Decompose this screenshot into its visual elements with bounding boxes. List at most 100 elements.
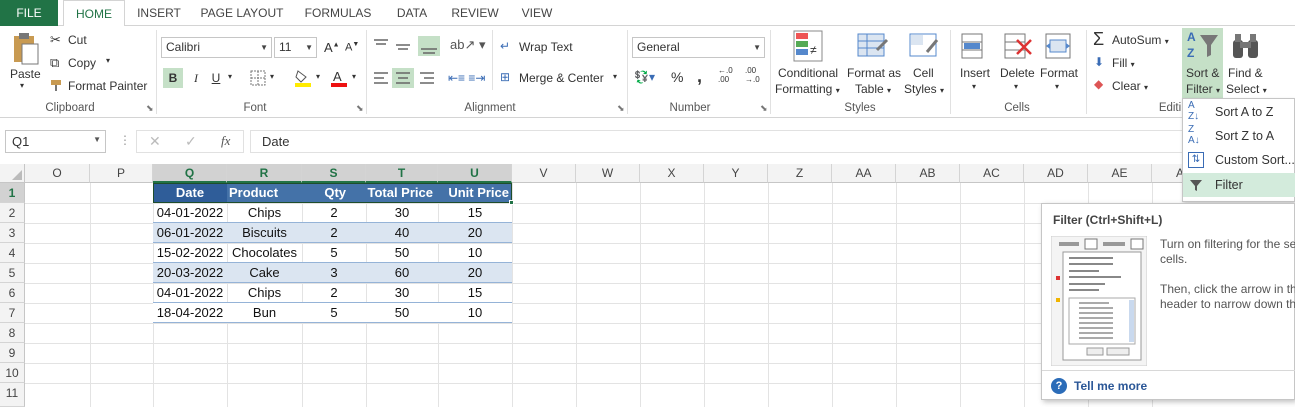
tab-view[interactable]: VIEW: [510, 0, 564, 26]
menu-item-filter[interactable]: Filter: [1183, 173, 1295, 197]
wrap-text-button[interactable]: Wrap Text: [519, 40, 573, 54]
column-header[interactable]: AC: [960, 164, 1024, 183]
sort-filter-label[interactable]: Sort &: [1186, 66, 1219, 80]
tab-formulas[interactable]: FORMULAS: [296, 0, 380, 26]
column-header[interactable]: AA: [832, 164, 896, 183]
italic-button[interactable]: I: [186, 68, 206, 88]
column-header[interactable]: Z: [768, 164, 832, 183]
currency-icon[interactable]: 💱▾: [634, 70, 655, 84]
row-header[interactable]: 2: [0, 203, 25, 223]
cell-styles-label2[interactable]: Styles ▾: [904, 82, 944, 96]
format-as-table-button[interactable]: Format as: [847, 66, 901, 80]
column-header[interactable]: V: [512, 164, 576, 183]
table-cell[interactable]: 18-04-2022: [153, 303, 227, 323]
table-cell[interactable]: Bun: [227, 303, 302, 323]
grow-font-icon[interactable]: A▲: [324, 40, 340, 55]
increase-decimal-icon[interactable]: ←.0.00: [718, 66, 733, 84]
table-cell[interactable]: 10: [438, 243, 512, 263]
table-cell[interactable]: 20-03-2022: [153, 263, 227, 283]
font-color-icon[interactable]: A: [330, 68, 348, 88]
paste-dropdown-icon[interactable]: ▾: [20, 81, 24, 90]
shrink-font-icon[interactable]: A▼: [345, 41, 359, 54]
underline-button[interactable]: U: [206, 68, 226, 88]
tab-file[interactable]: FILE: [0, 0, 58, 26]
format-button[interactable]: Format: [1040, 66, 1078, 80]
name-box[interactable]: Q1 ▼: [5, 130, 106, 153]
row-header[interactable]: 11: [0, 383, 25, 407]
fill-color-dropdown-icon[interactable]: ▾: [316, 72, 320, 81]
tab-home[interactable]: HOME: [63, 0, 125, 27]
table-cell[interactable]: 04-01-2022: [153, 283, 227, 303]
table-cell[interactable]: 50: [366, 303, 438, 323]
underline-dropdown-icon[interactable]: ▾: [228, 72, 232, 81]
row-header[interactable]: 6: [0, 283, 25, 303]
cell-styles-button[interactable]: Cell: [913, 66, 934, 80]
row-header[interactable]: 10: [0, 363, 25, 383]
borders-dropdown-icon[interactable]: ▾: [270, 72, 274, 81]
menu-item-sort-z-a[interactable]: Z A↓ Sort Z to A: [1183, 124, 1295, 148]
row-header[interactable]: 1: [0, 183, 25, 203]
row-header[interactable]: 5: [0, 263, 25, 283]
tab-insert[interactable]: INSERT: [128, 0, 190, 26]
table-cell[interactable]: 2: [302, 223, 366, 243]
fill-color-icon[interactable]: [294, 68, 312, 88]
table-cell[interactable]: 60: [366, 263, 438, 283]
table-cell[interactable]: 50: [366, 243, 438, 263]
name-box-dropdown-icon[interactable]: ▼: [93, 135, 101, 144]
table-cell[interactable]: 15-02-2022: [153, 243, 227, 263]
format-painter-button[interactable]: Format Painter: [68, 79, 147, 93]
clear-button[interactable]: Clear ▾: [1112, 79, 1148, 93]
format-as-table-label2[interactable]: Table ▾: [855, 82, 891, 96]
conditional-formatting-button[interactable]: Conditional: [778, 66, 838, 80]
merge-center-button[interactable]: Merge & Center: [519, 71, 604, 85]
tell-me-more-link[interactable]: Tell me more: [1074, 379, 1147, 393]
insert-button[interactable]: Insert: [960, 66, 990, 80]
percent-button[interactable]: %: [671, 69, 683, 85]
menu-item-sort-a-z[interactable]: A Z↓ Sort A to Z: [1183, 100, 1295, 124]
table-cell[interactable]: 10: [438, 303, 512, 323]
formula-input[interactable]: Date: [250, 130, 1295, 153]
tab-review[interactable]: REVIEW: [444, 0, 506, 26]
tab-data[interactable]: DATA: [384, 0, 440, 26]
table-cell[interactable]: 5: [302, 303, 366, 323]
paste-button[interactable]: Paste: [10, 67, 41, 81]
tab-page-layout[interactable]: PAGE LAYOUT: [192, 0, 292, 26]
insert-dropdown-icon[interactable]: ▾: [972, 82, 976, 91]
column-header[interactable]: W: [576, 164, 640, 183]
column-header[interactable]: P: [90, 164, 153, 183]
paste-icon[interactable]: [10, 32, 40, 66]
table-cell[interactable]: 15: [438, 283, 512, 303]
row-header[interactable]: 4: [0, 243, 25, 263]
copy-button[interactable]: Copy: [68, 56, 96, 70]
font-color-dropdown-icon[interactable]: ▾: [352, 72, 356, 81]
column-header[interactable]: U: [438, 164, 512, 183]
enter-icon[interactable]: ✓: [185, 133, 197, 150]
cut-button[interactable]: Cut: [68, 33, 87, 47]
column-header[interactable]: O: [25, 164, 90, 183]
autosum-button[interactable]: AutoSum ▾: [1112, 33, 1169, 47]
delete-dropdown-icon[interactable]: ▾: [1014, 82, 1018, 91]
table-cell[interactable]: 2: [302, 203, 366, 223]
row-header[interactable]: 3: [0, 223, 25, 243]
font-name-combo[interactable]: Calibri ▼: [161, 37, 272, 58]
table-cell[interactable]: 20: [438, 223, 512, 243]
table-cell[interactable]: 06-01-2022: [153, 223, 227, 243]
table-cell[interactable]: Cake: [227, 263, 302, 283]
orientation-icon[interactable]: ab↗ ▾: [450, 37, 486, 53]
horizontal-align-icons[interactable]: [372, 68, 442, 88]
table-cell[interactable]: 3: [302, 263, 366, 283]
table-cell[interactable]: 2: [302, 283, 366, 303]
table-cell[interactable]: 30: [366, 203, 438, 223]
table-cell[interactable]: Biscuits: [227, 223, 302, 243]
merge-dropdown-icon[interactable]: ▾: [613, 72, 617, 81]
table-cell[interactable]: Chips: [227, 203, 302, 223]
select-all-corner[interactable]: [0, 164, 25, 183]
table-cell[interactable]: 40: [366, 223, 438, 243]
format-dropdown-icon[interactable]: ▾: [1055, 82, 1059, 91]
column-header[interactable]: S: [302, 164, 366, 183]
sort-filter-label2[interactable]: Filter ▾: [1186, 82, 1220, 96]
column-header[interactable]: T: [366, 164, 438, 183]
menu-item-custom-sort[interactable]: ⇅ Custom Sort...: [1183, 148, 1295, 172]
table-cell[interactable]: Chips: [227, 283, 302, 303]
row-header[interactable]: 9: [0, 343, 25, 363]
